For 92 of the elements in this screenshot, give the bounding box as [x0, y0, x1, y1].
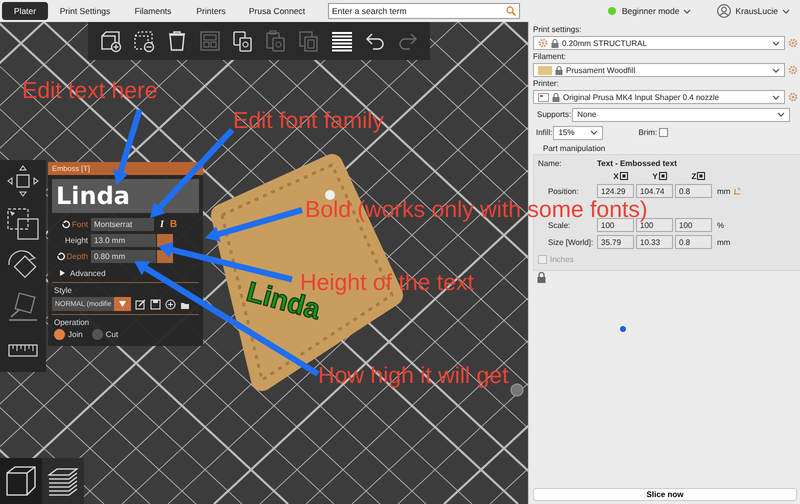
input-field[interactable]: Montserrat — [91, 218, 154, 231]
chevron-icon[interactable] — [782, 8, 790, 14]
advanced-toggle[interactable]: Advanced — [60, 267, 203, 279]
account-name[interactable]: KrausLucie — [735, 6, 778, 16]
edit-icon[interactable] — [134, 298, 146, 310]
filament-swatch — [538, 66, 552, 74]
printer-icon — [538, 92, 549, 102]
field-label: Infill: — [536, 128, 552, 137]
section-title: Part manipulation — [543, 144, 606, 154]
lock-icon — [551, 38, 559, 48]
field-label: Filament: — [533, 51, 567, 61]
view-button[interactable] — [0, 458, 42, 504]
unit-label: mm — [717, 238, 730, 246]
dropdown[interactable]: 0.20mm STRUCTURAL — [533, 36, 785, 50]
input-field[interactable]: 100 — [597, 218, 634, 232]
input-field[interactable]: 0.8 — [675, 235, 712, 249]
field-label: Name: — [538, 158, 563, 168]
field-label: Font — [72, 220, 88, 229]
tab[interactable]: Plater — [2, 2, 48, 20]
user-icon — [717, 4, 732, 18]
chevron-icon — [590, 129, 598, 136]
copy-icon[interactable] — [230, 29, 254, 53]
add-icon[interactable] — [164, 298, 176, 310]
style-toggle[interactable]: B — [170, 219, 178, 230]
input-field[interactable]: 10.33 — [636, 235, 673, 249]
tab[interactable]: Prusa Connect — [238, 2, 316, 20]
lock-icon — [552, 92, 560, 102]
axis-icon — [697, 172, 706, 180]
add-cube-icon[interactable] — [98, 29, 122, 53]
field-label: Supports: — [537, 110, 572, 119]
caret-icon — [119, 301, 126, 307]
remove-cube-icon[interactable] — [132, 29, 156, 53]
input-field[interactable]: 124.29 — [597, 184, 634, 198]
chevron-icon — [772, 94, 780, 100]
checkbox[interactable] — [659, 128, 668, 137]
dropdown[interactable]: 15% — [553, 126, 604, 140]
input-field[interactable]: 0.8 — [675, 184, 712, 198]
checkbox-label: Inches — [550, 255, 574, 264]
section-label: Operation — [54, 318, 90, 327]
search-field[interactable]: Enter a search term — [328, 3, 520, 19]
dropdown[interactable]: None — [572, 108, 790, 122]
slice-button[interactable]: Slice now — [533, 488, 797, 501]
dropdown[interactable]: Original Prusa MK4 Input Shaper 0.4 nozzle — [533, 90, 785, 104]
field-label: Size [World]: — [547, 238, 594, 246]
layers-icon[interactable] — [330, 29, 354, 53]
move-icon[interactable] — [5, 163, 41, 200]
tab[interactable]: Print Settings — [48, 2, 122, 20]
reset-icon[interactable] — [60, 220, 70, 229]
chevron-icon — [777, 111, 786, 118]
field-label: Position: — [547, 186, 580, 196]
gizmo-icon — [510, 383, 524, 397]
input-field[interactable]: 104.74 — [636, 184, 673, 198]
axis-icon — [658, 172, 667, 180]
axis-label: Y — [652, 172, 658, 180]
radio-button[interactable] — [54, 329, 65, 340]
unit-label: mm — [717, 186, 730, 196]
axis-label: Z — [692, 172, 696, 180]
save-icon[interactable] — [150, 298, 161, 310]
section-label: Style — [54, 286, 73, 295]
field-label: Scale: — [547, 220, 572, 230]
field-label: Brim: — [638, 128, 658, 137]
input-field[interactable]: 0.80 mm — [91, 250, 156, 263]
radio-button[interactable] — [92, 329, 103, 340]
axis-icon — [620, 172, 628, 180]
style-toggle[interactable]: I — [160, 219, 164, 230]
field-label: Height — [64, 236, 88, 245]
field-label: Print settings: — [533, 24, 582, 34]
dropdown[interactable]: Prusament Woodfill — [533, 63, 785, 77]
tab[interactable]: Printers — [184, 2, 238, 20]
unit-label: % — [717, 220, 724, 230]
cursor-dot — [620, 326, 626, 332]
tab[interactable]: Filaments — [122, 2, 184, 20]
object-name: Text - Embossed text — [597, 158, 677, 168]
lock-icon[interactable] — [537, 272, 546, 283]
text-input[interactable]: Linda — [52, 179, 199, 213]
field-label: Printer: — [533, 78, 560, 88]
scale-icon[interactable] — [5, 206, 41, 242]
chevron-icon — [772, 66, 780, 74]
mode-label[interactable]: Beginner mode — [622, 6, 680, 16]
radio-label[interactable]: Cut — [106, 330, 118, 339]
chevron-icon — [772, 40, 780, 46]
input-field[interactable]: 35.79 — [597, 235, 634, 249]
search-icon — [506, 6, 516, 16]
input-field[interactable]: 100 — [675, 218, 712, 232]
field-label: Depth — [66, 252, 88, 261]
radio-label[interactable]: Join — [68, 330, 83, 339]
reset-icon[interactable] — [56, 252, 65, 261]
lock-icon — [555, 66, 563, 74]
input-field[interactable]: 13.0 mm — [91, 234, 156, 247]
chevron-icon[interactable] — [683, 8, 692, 14]
axis-label: X — [613, 172, 619, 180]
status-dot — [608, 7, 616, 15]
